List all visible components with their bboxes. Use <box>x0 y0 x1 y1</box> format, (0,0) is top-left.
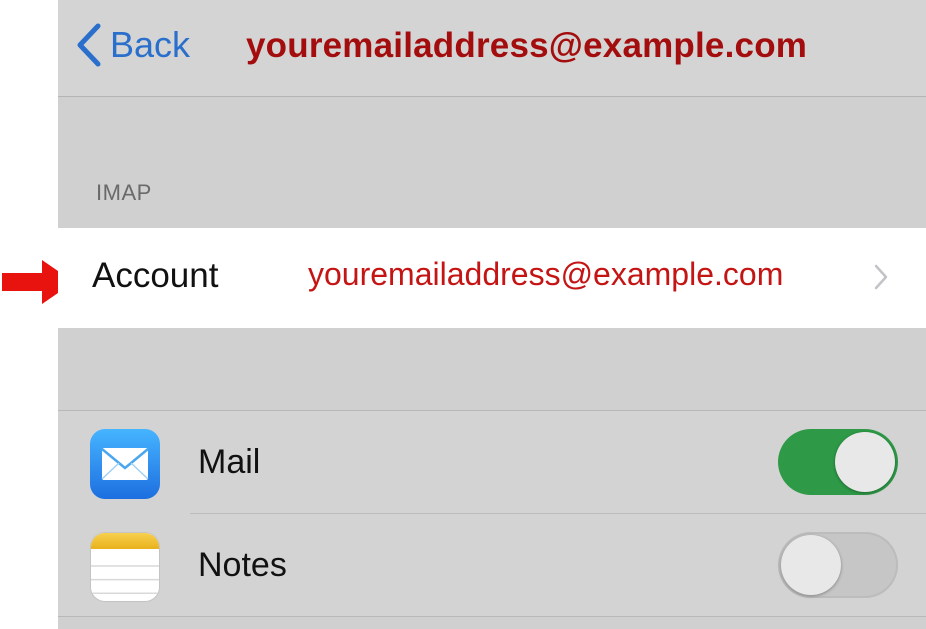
settings-screen: Back youremailaddress@example.com IMAP A… <box>58 0 926 629</box>
account-email-value: youremailaddress@example.com <box>308 256 784 292</box>
account-label: Account <box>92 256 219 295</box>
mail-label: Mail <box>198 443 261 481</box>
mail-toggle[interactable] <box>778 429 898 495</box>
chevron-left-icon <box>77 23 101 67</box>
account-row[interactable]: Account youremailaddress@example.com <box>58 228 926 328</box>
mail-app-icon <box>90 429 160 499</box>
list-item-mail: Mail <box>58 411 926 513</box>
notes-label: Notes <box>198 546 287 584</box>
back-button[interactable]: Back <box>74 22 190 68</box>
navigation-bar: Back youremailaddress@example.com <box>58 0 926 97</box>
list-item-notes: Notes <box>58 514 926 616</box>
toggle-knob <box>835 432 895 492</box>
notes-app-icon <box>90 532 160 602</box>
chevron-right-icon <box>874 264 888 290</box>
section-header-imap: IMAP <box>96 180 152 205</box>
notes-toggle[interactable] <box>778 532 898 598</box>
app-toggle-list: Mail Notes <box>58 410 926 617</box>
page-title: youremailaddress@example.com <box>246 26 808 65</box>
toggle-knob <box>781 535 841 595</box>
back-label: Back <box>110 24 191 65</box>
